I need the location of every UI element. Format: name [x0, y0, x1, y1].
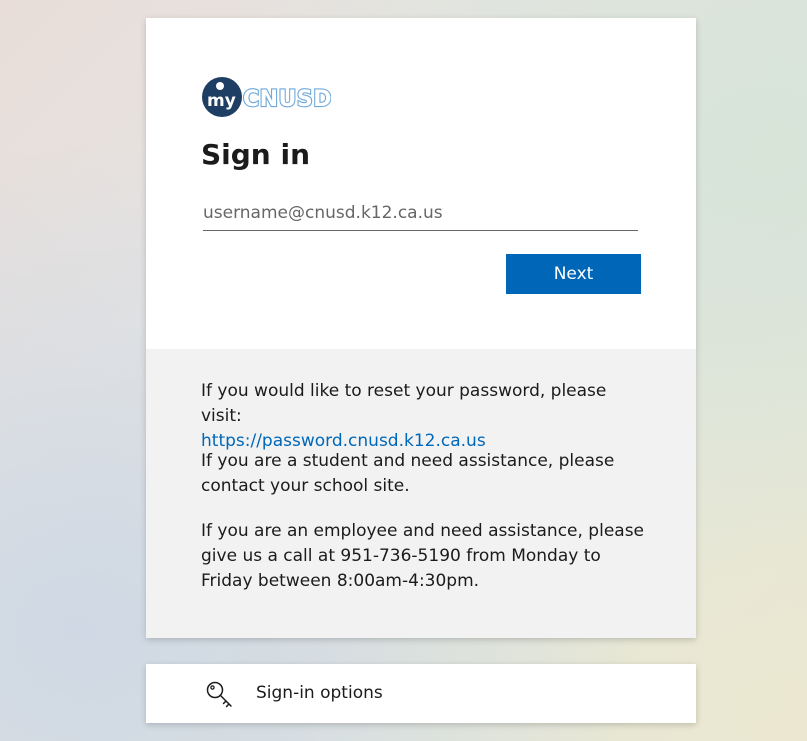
student-info: If you are a student and need assistance… — [201, 451, 615, 496]
reset-password-link[interactable]: https://password.cnusd.k12.ca.us — [201, 431, 486, 451]
svg-text:CNUSD: CNUSD — [243, 87, 331, 112]
signin-card: my CNUSD Sign in Next If you would like … — [146, 18, 696, 638]
employee-info: If you are an employee and need assistan… — [201, 521, 645, 591]
username-input[interactable] — [203, 196, 638, 231]
signin-options-button[interactable]: Sign-in options — [146, 664, 696, 723]
help-info-area: If you would like to reset your password… — [146, 349, 696, 638]
mycnusd-logo: my CNUSD — [202, 77, 331, 117]
svg-text:my: my — [207, 91, 236, 111]
signin-options-label: Sign-in options — [256, 683, 383, 703]
signin-form-area: my CNUSD Sign in Next — [146, 18, 696, 349]
key-icon — [206, 681, 232, 708]
reset-text: If you would like to reset your password… — [201, 381, 607, 426]
page-title: Sign in — [201, 138, 311, 171]
reset-info: If you would like to reset your password… — [201, 379, 646, 454]
next-button[interactable]: Next — [506, 254, 641, 294]
